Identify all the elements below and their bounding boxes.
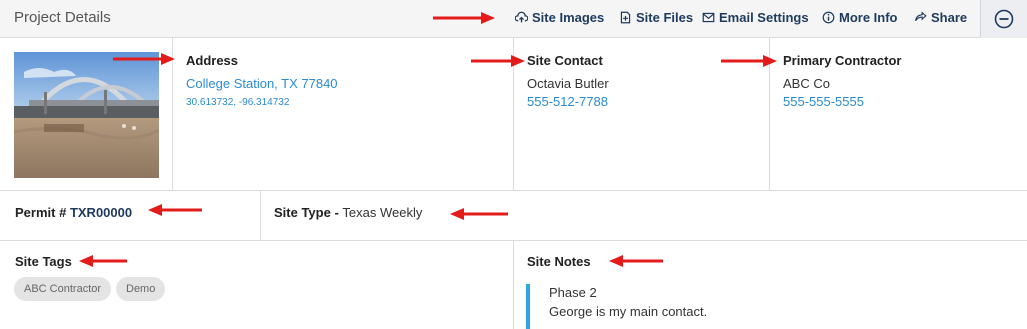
site-note-body: George is my main contact. [549, 304, 708, 319]
share-button[interactable]: Share [914, 10, 967, 25]
site-contact-name: Octavia Butler [527, 76, 609, 91]
annotation-arrow [471, 55, 525, 67]
permit-label: Permit # [15, 205, 67, 220]
email-settings-button[interactable]: Email Settings [702, 10, 809, 25]
cloud-upload-icon [515, 11, 528, 23]
divider [513, 240, 514, 329]
annotation-arrow [433, 12, 495, 24]
envelope-icon [702, 12, 715, 23]
site-images-label: Site Images [532, 10, 605, 25]
primary-contractor-phone-link[interactable]: 555-555-5555 [783, 94, 864, 109]
more-info-button[interactable]: More Info [822, 10, 898, 25]
site-type: Site Type - Texas Weekly [274, 205, 422, 220]
site-files-label: Site Files [636, 10, 694, 25]
address-city-link[interactable]: College Station, TX 77840 [186, 76, 338, 91]
site-tag[interactable]: ABC Contractor [14, 277, 112, 301]
site-note-title: Phase 2 [549, 285, 597, 300]
site-type-value: Texas Weekly [342, 205, 423, 220]
minus-circle-icon [994, 9, 1014, 29]
divider [0, 190, 1027, 191]
site-type-label: Site Type - [274, 205, 339, 220]
email-settings-label: Email Settings [719, 10, 809, 25]
file-plus-icon [620, 11, 631, 24]
page-title: Project Details [14, 9, 111, 26]
site-photo[interactable] [14, 52, 159, 178]
annotation-arrow [721, 55, 777, 67]
site-files-button[interactable]: Site Files [619, 10, 693, 25]
more-info-label: More Info [839, 10, 898, 25]
permit-number: TXR00000 [69, 205, 133, 220]
site-tags-label: Site Tags [15, 254, 72, 269]
annotation-arrow [79, 255, 127, 267]
annotation-arrow [113, 53, 175, 65]
site-images-button[interactable]: Site Images [515, 10, 604, 25]
address-coordinates-link[interactable]: 30.613732, -96.314732 [186, 97, 289, 108]
annotation-arrow [148, 204, 202, 216]
annotation-arrow [609, 255, 663, 267]
annotation-arrow [450, 208, 508, 220]
divider [260, 190, 261, 240]
permit: Permit # TXR00000 [15, 205, 132, 220]
site-notes-label: Site Notes [527, 254, 591, 269]
share-label: Share [931, 10, 968, 25]
collapse-button[interactable] [980, 0, 1027, 38]
primary-contractor-label: Primary Contractor [783, 53, 902, 68]
share-icon [915, 11, 927, 22]
info-circle-icon [822, 11, 835, 24]
address-label: Address [186, 53, 239, 68]
site-contact-phone-link[interactable]: 555-512-7788 [527, 94, 608, 109]
site-contact-label: Site Contact [527, 53, 603, 68]
project-details-header: Project Details Site Images Site Files E… [0, 0, 1027, 38]
primary-contractor-name: ABC Co [783, 76, 830, 91]
site-note-accent-bar [526, 284, 530, 329]
site-tag[interactable]: Demo [116, 277, 166, 301]
